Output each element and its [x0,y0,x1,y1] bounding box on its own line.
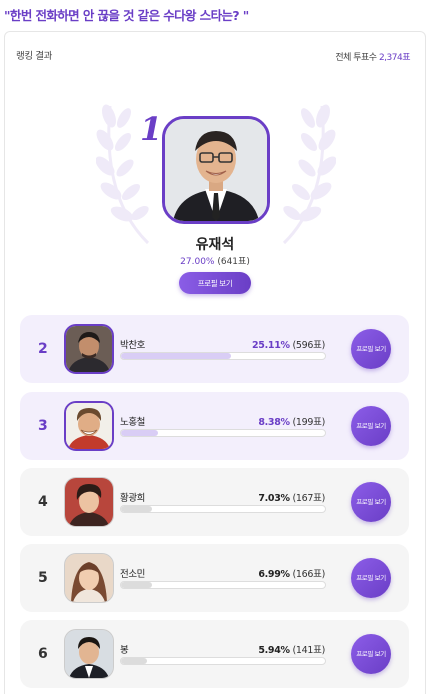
rank-number: 6 [38,646,48,662]
rank-percent: 5.94% [258,645,290,656]
winner-name: 유재석 [195,237,235,253]
rank-item-3: 3 노홍철 8.38% (199표) 프로필 보기 [20,392,409,460]
profile-button[interactable]: 프로필 보기 [351,558,391,598]
rank-progress-bar [120,429,326,437]
rank-result: 25.11% (596표) [252,337,325,351]
rank-name: 전소민 [120,569,146,580]
rank-item-4: 4 황광희 7.03% (167표) 프로필 보기 [20,468,409,536]
profile-button[interactable]: 프로필 보기 [351,406,391,446]
rank-result: 5.94% (141표) [258,642,325,656]
total-votes: 전체 투표수 2,374표 [335,50,410,63]
rank-percent: 6.99% [258,569,290,580]
total-votes-count: 2,374표 [378,53,411,63]
rank-progress-fill [121,353,232,359]
rank-progress-fill [121,658,148,664]
rank-votes: (167표) [289,493,326,504]
rank-item-5: 5 전소민 6.99% (166표) 프로필 보기 [20,544,409,612]
winner-result: 27.00% (641표) [4,254,426,267]
rank-item-6: 6 봉 5.94% (141표) 프로필 보기 [20,620,409,688]
rank-result: 7.03% (167표) [258,490,325,504]
rank-photo[interactable] [64,401,114,451]
rank-photo[interactable] [64,553,114,603]
rank-votes: (596표) [289,340,326,351]
rank-progress-bar [120,581,326,589]
rank-name: 황광희 [120,493,146,504]
rank-percent: 8.38% [258,417,290,428]
person-avatar-icon [65,630,113,678]
profile-button[interactable]: 프로필 보기 [351,329,391,369]
rank-photo[interactable] [64,477,114,527]
winner-section: 1 유재석 27.00% (641표) 프로필 보기 [4,70,426,310]
person-avatar-icon [66,403,112,449]
rank-progress-fill [121,582,152,588]
rank-name: 노홍철 [120,417,146,428]
rank-votes: (166표) [289,569,326,580]
rank-percent: 7.03% [258,493,290,504]
rank-name: 봉 [120,645,129,656]
rank-number: 3 [38,418,48,434]
rank-progress-bar [120,657,326,665]
rank-votes: (199표) [289,417,326,428]
rank-number: 2 [38,341,48,357]
rank-votes: (141표) [289,645,326,656]
profile-button[interactable]: 프로필 보기 [351,634,391,674]
person-avatar-icon [165,119,267,221]
rank-result: 8.38% (199표) [258,414,325,428]
winner-percent: 27.00% [180,257,215,267]
rank-photo[interactable] [64,629,114,679]
rank-item-2: 2 박찬호 25.11% (596표) 프로필 보기 [20,315,409,383]
rank-photo[interactable] [64,324,114,374]
laurel-right-icon [282,104,336,245]
profile-button[interactable]: 프로필 보기 [351,482,391,522]
winner-photo[interactable] [162,116,270,224]
winner-profile-button[interactable]: 프로필 보기 [179,272,251,294]
ranking-result-label: 랭킹 결과 [16,51,52,62]
rank-result: 6.99% (166표) [258,566,325,580]
rank-percent: 25.11% [252,340,290,351]
total-votes-label: 전체 투표수 [335,53,379,63]
winner-votes: (641표) [214,257,250,267]
rank-progress-fill [121,506,152,512]
rank-name: 박찬호 [120,340,146,351]
page-headline: "한번 전화하면 안 끊을 것 같은 수다왕 스타는? " [4,8,249,23]
rank-progress-bar [120,352,326,360]
rank-progress-bar [120,505,326,513]
person-avatar-icon [65,478,113,526]
rank-number: 5 [38,570,48,586]
rank-progress-fill [121,430,158,436]
rank-number: 4 [38,494,48,510]
person-avatar-icon [65,554,113,602]
person-avatar-icon [66,326,112,372]
winner-rank-number: 1 [140,110,163,148]
